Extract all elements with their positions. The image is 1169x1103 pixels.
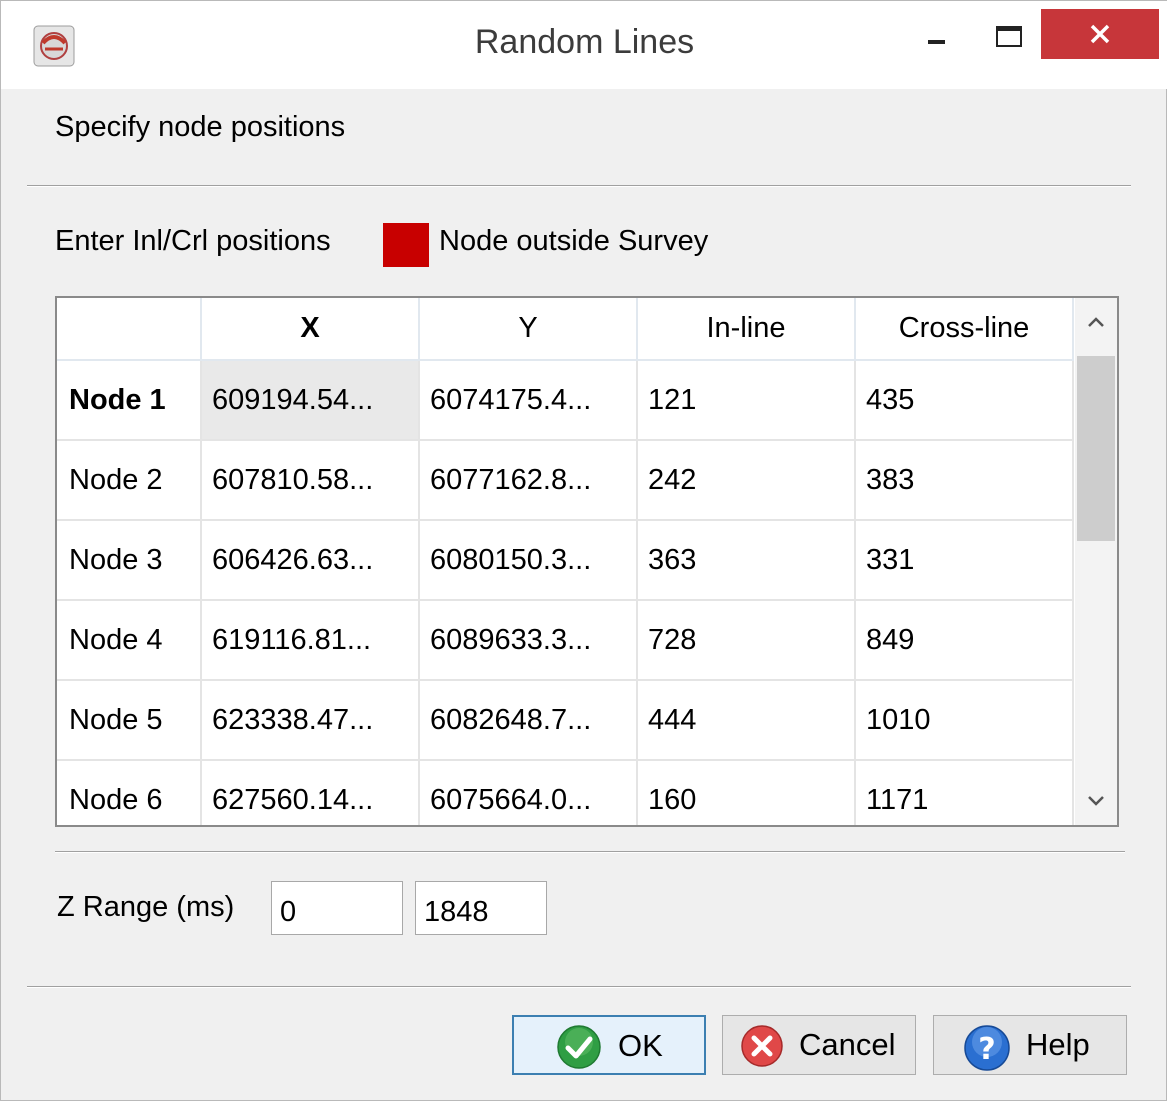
row-header[interactable]: Node 6 [57, 760, 202, 825]
row-header[interactable]: Node 5 [57, 680, 202, 761]
column-header-crossline[interactable]: Cross-line [855, 298, 1074, 361]
scroll-down-button[interactable] [1075, 767, 1117, 825]
z-range-stop-input[interactable] [415, 881, 547, 935]
close-icon [1090, 24, 1110, 44]
cell-y[interactable]: 6077162.8... [419, 440, 638, 521]
outside-survey-swatch [383, 223, 429, 267]
table-row[interactable]: Node 3 606426.63... 6080150.3... 363 331 [57, 520, 1074, 601]
cell-y[interactable]: 6082648.7... [419, 680, 638, 761]
cell-crossline[interactable]: 849 [855, 600, 1074, 681]
cell-y[interactable]: 6075664.0... [419, 760, 638, 825]
chevron-down-icon [1088, 796, 1104, 806]
cell-x[interactable]: 619116.81... [201, 600, 420, 681]
cancel-label: Cancel [799, 1027, 896, 1062]
ok-button[interactable]: OK [512, 1015, 706, 1075]
help-icon: ? [964, 1025, 1010, 1071]
outside-survey-label: Node outside Survey [439, 225, 709, 257]
z-range-label: Z Range (ms) [57, 891, 235, 923]
table-scrollbar[interactable] [1075, 298, 1117, 825]
minimize-button[interactable] [904, 9, 966, 59]
cell-x[interactable]: 627560.14... [201, 760, 420, 825]
cell-inline[interactable]: 121 [637, 360, 856, 441]
column-header-inline[interactable]: In-line [637, 298, 856, 361]
cell-inline[interactable]: 728 [637, 600, 856, 681]
dialog-body: Specify node positions Enter Inl/Crl pos… [27, 89, 1142, 1089]
table-row[interactable]: Node 4 619116.81... 6089633.3... 728 849 [57, 600, 1074, 681]
cell-crossline[interactable]: 1171 [855, 760, 1074, 825]
cell-inline[interactable]: 242 [637, 440, 856, 521]
corner-header [57, 298, 202, 361]
z-range-start-input[interactable] [271, 881, 403, 935]
table-header-row: X Y In-line Cross-line [57, 298, 1074, 361]
prompt-text: Specify node positions [55, 111, 346, 143]
random-lines-dialog: Random Lines Specify node positions Ente… [0, 0, 1168, 1101]
cancel-button[interactable]: Cancel [722, 1015, 916, 1075]
maximize-icon [996, 26, 1022, 47]
minimize-icon [928, 40, 945, 44]
table-row[interactable]: Node 5 623338.47... 6082648.7... 444 101… [57, 680, 1074, 761]
table-row[interactable]: Node 6 627560.14... 6075664.0... 160 117… [57, 760, 1074, 825]
table-row[interactable]: Node 2 607810.58... 6077162.8... 242 383 [57, 440, 1074, 521]
node-table: X Y In-line Cross-line Node 1 609194.54.… [55, 296, 1119, 827]
row-header[interactable]: Node 3 [57, 520, 202, 601]
separator [27, 986, 1131, 988]
maximize-button[interactable] [976, 9, 1038, 59]
scroll-up-button[interactable] [1075, 298, 1117, 356]
help-label: Help [1026, 1027, 1090, 1062]
cell-y[interactable]: 6089633.3... [419, 600, 638, 681]
cell-x[interactable]: 623338.47... [201, 680, 420, 761]
cell-y[interactable]: 6080150.3... [419, 520, 638, 601]
cell-inline[interactable]: 363 [637, 520, 856, 601]
separator [55, 851, 1125, 853]
title-bar: Random Lines [1, 1, 1168, 89]
cell-inline[interactable]: 160 [637, 760, 856, 825]
table-row[interactable]: Node 1 609194.54... 6074175.4... 121 435 [57, 360, 1074, 441]
close-button[interactable] [1041, 9, 1159, 59]
separator [27, 185, 1131, 187]
checkmark-icon [557, 1025, 601, 1069]
cell-x[interactable]: 607810.58... [201, 440, 420, 521]
svg-text:?: ? [978, 1032, 995, 1067]
column-header-x[interactable]: X [201, 298, 420, 361]
cell-inline[interactable]: 444 [637, 680, 856, 761]
cell-x[interactable]: 609194.54... [201, 360, 420, 441]
cell-crossline[interactable]: 331 [855, 520, 1074, 601]
cell-y[interactable]: 6074175.4... [419, 360, 638, 441]
cancel-icon [741, 1025, 783, 1067]
chevron-up-icon [1088, 317, 1104, 327]
ok-label: OK [618, 1028, 663, 1063]
cell-crossline[interactable]: 383 [855, 440, 1074, 521]
row-header[interactable]: Node 2 [57, 440, 202, 521]
enter-positions-label: Enter Inl/Crl positions [55, 225, 331, 257]
help-button[interactable]: ? Help [933, 1015, 1127, 1075]
row-header[interactable]: Node 4 [57, 600, 202, 681]
column-header-y[interactable]: Y [419, 298, 638, 361]
cell-crossline[interactable]: 435 [855, 360, 1074, 441]
scroll-thumb[interactable] [1077, 356, 1115, 541]
cell-x[interactable]: 606426.63... [201, 520, 420, 601]
cell-crossline[interactable]: 1010 [855, 680, 1074, 761]
row-header[interactable]: Node 1 [57, 360, 202, 441]
